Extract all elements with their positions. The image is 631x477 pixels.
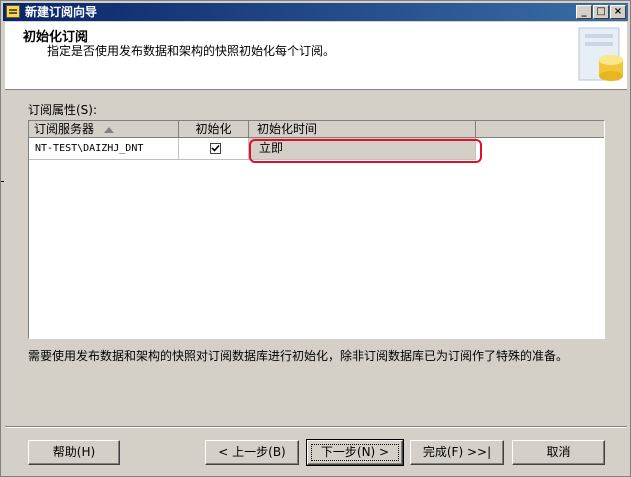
back-button[interactable]: < 上一步(B) bbox=[205, 440, 299, 465]
subscription-properties-label: 订阅属性(S): bbox=[28, 103, 98, 117]
sort-ascending-icon bbox=[104, 126, 115, 133]
footer-separator bbox=[5, 426, 627, 428]
focus-rect bbox=[311, 444, 399, 461]
wizard-window: 新建订阅向导 _ □ × 初始化订阅 指定是否使用发布数据和架构的快照初始化每个… bbox=[0, 0, 631, 477]
highlight-annotation bbox=[249, 139, 482, 163]
column-header-subscriber[interactable]: 订阅服务器 bbox=[29, 121, 179, 138]
maximize-button[interactable]: □ bbox=[593, 5, 609, 19]
initialization-note: 需要使用发布数据和架构的快照对订阅数据库进行初始化，除非订阅数据库已为订阅作了特… bbox=[28, 349, 569, 363]
cancel-button[interactable]: 取消 bbox=[512, 440, 605, 465]
page-description: 指定是否使用发布数据和架构的快照初始化每个订阅。 bbox=[47, 44, 336, 58]
column-header-init-time[interactable]: 初始化时间 bbox=[249, 121, 476, 138]
column-header-empty bbox=[476, 121, 604, 138]
column-header-initialize[interactable]: 初始化 bbox=[179, 121, 249, 138]
wizard-header: 初始化订阅 指定是否使用发布数据和架构的快照初始化每个订阅。 bbox=[5, 22, 627, 90]
minimize-button[interactable]: _ bbox=[576, 5, 592, 19]
app-icon bbox=[6, 5, 20, 18]
initialize-checkbox[interactable] bbox=[210, 143, 221, 154]
column-header-subscriber-label: 订阅服务器 bbox=[34, 122, 95, 136]
help-button[interactable]: 帮助(H) bbox=[28, 440, 120, 465]
checkmark-icon bbox=[211, 144, 220, 152]
finish-button[interactable]: 完成(F) >>| bbox=[410, 440, 504, 465]
cell-subscriber[interactable]: NT-TEST\DAIZHJ_DNT bbox=[29, 138, 179, 160]
title-bar[interactable]: 新建订阅向导 _ □ × bbox=[3, 3, 628, 21]
next-button[interactable]: 下一步(N) > bbox=[306, 439, 404, 466]
database-wizard-icon bbox=[578, 27, 623, 81]
cell-initialize[interactable] bbox=[179, 138, 249, 160]
edge-mark bbox=[1, 181, 4, 182]
close-button[interactable]: × bbox=[610, 5, 626, 19]
window-title: 新建订阅向导 bbox=[25, 5, 98, 19]
